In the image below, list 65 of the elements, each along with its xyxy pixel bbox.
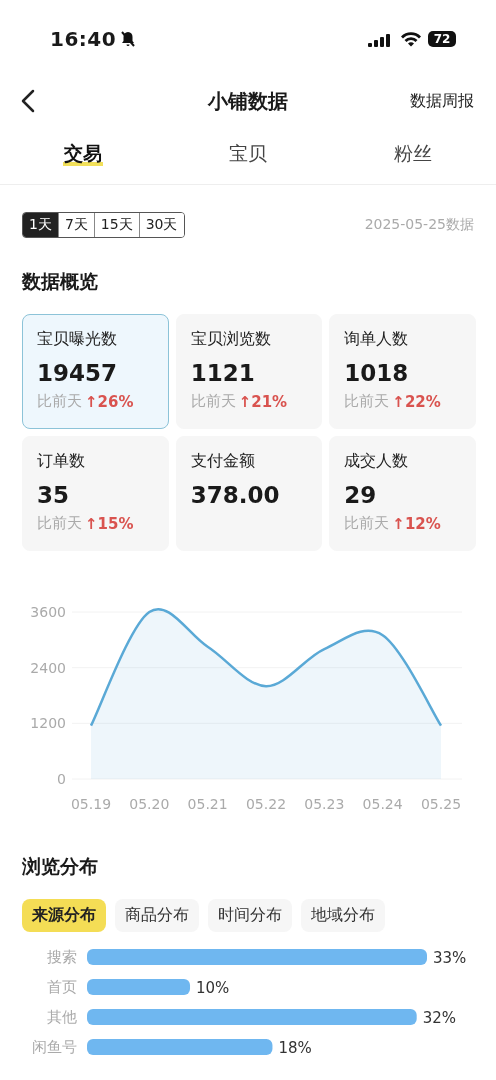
change-percent: ↑12%	[392, 514, 441, 533]
compare-label: 比前天	[37, 514, 82, 533]
section-title: 浏览分布	[22, 854, 99, 879]
category-label: 搜索	[47, 948, 77, 966]
axis-label: 05.21	[187, 796, 228, 812]
stat-label: 宝贝浏览数	[190, 329, 272, 350]
axis-label: 2400	[30, 659, 66, 676]
value-label: 18%	[278, 1039, 312, 1057]
value-label: 33%	[433, 949, 467, 967]
stat-label: 询单人数	[344, 329, 410, 350]
page-title: 小铺数据	[208, 88, 288, 113]
stat-value: 378.00	[190, 482, 281, 508]
value-label: 10%	[196, 979, 230, 997]
axis-label: 05.25	[420, 796, 462, 812]
stat-value: 35	[37, 482, 70, 508]
axis-label: 3600	[30, 604, 66, 620]
change-percent: ↑26%	[85, 392, 134, 411]
bell-slash-icon	[119, 30, 138, 48]
stat-card[interactable]: 宝贝浏览数 1121 比前天 ↑21%	[175, 314, 323, 429]
stat-value: 29	[344, 482, 378, 508]
section-title: 数据概览	[22, 269, 99, 294]
stat-card[interactable]: 询单人数 1018 比前天 ↑22%	[329, 314, 476, 429]
tab[interactable]: 粉丝	[393, 139, 434, 169]
distribution-tab[interactable]: 来源分布	[22, 899, 106, 932]
compare-label: 比前天	[37, 392, 82, 411]
axis-label: 05.22	[245, 796, 287, 812]
change-percent: ↑22%	[392, 392, 441, 411]
stat-card[interactable]: 订单数 35 比前天 ↑15%	[22, 436, 169, 551]
change-percent: ↑15%	[85, 514, 134, 533]
distribution-tab[interactable]: 商品分布	[115, 899, 199, 932]
stat-value: 1121	[190, 360, 256, 386]
category-label: 其他	[47, 1008, 77, 1026]
data-date: 2025-05-25数据	[364, 216, 474, 234]
weekly-report-link[interactable]: 数据周报	[410, 90, 474, 112]
compare-label: 比前天	[344, 392, 390, 411]
battery-icon: 72	[428, 31, 456, 47]
axis-label: 05.19	[70, 796, 112, 812]
change-percent: ↑21%	[238, 392, 288, 411]
category-label: 首页	[47, 978, 77, 996]
stat-label: 支付金额	[190, 451, 256, 472]
axis-label: 05.20	[129, 796, 170, 812]
value-label: 32%	[422, 1009, 457, 1027]
wifi-icon	[400, 31, 422, 47]
period-option[interactable]: 30天	[138, 213, 184, 237]
status-time: 16:40	[50, 27, 117, 51]
compare-label: 比前天	[344, 514, 390, 533]
compare-label: 比前天	[190, 392, 236, 411]
stat-label: 订单数	[37, 451, 86, 472]
stat-card[interactable]: 支付金额 378.00	[175, 436, 323, 551]
stat-value: 19457	[37, 360, 119, 386]
axis-label: 0	[57, 771, 66, 787]
axis-label: 05.24	[362, 796, 403, 812]
tab[interactable]: 宝贝	[228, 139, 268, 169]
signal-icon	[368, 31, 392, 47]
category-label: 闲鱼号	[32, 1038, 77, 1056]
stat-value: 1018	[344, 360, 410, 386]
period-option[interactable]: 1天	[23, 213, 58, 237]
axis-label: 05.23	[304, 796, 345, 812]
distribution-tab[interactable]: 地域分布	[301, 899, 385, 932]
stat-label: 成交人数	[344, 451, 410, 472]
distribution-tab[interactable]: 时间分布	[208, 899, 292, 932]
stat-card[interactable]: 宝贝曝光数 19457 比前天 ↑26%	[22, 314, 169, 429]
axis-label: 1200	[30, 715, 66, 732]
stat-card[interactable]: 成交人数 29 比前天 ↑12%	[329, 436, 476, 551]
stat-label: 宝贝曝光数	[37, 329, 118, 350]
